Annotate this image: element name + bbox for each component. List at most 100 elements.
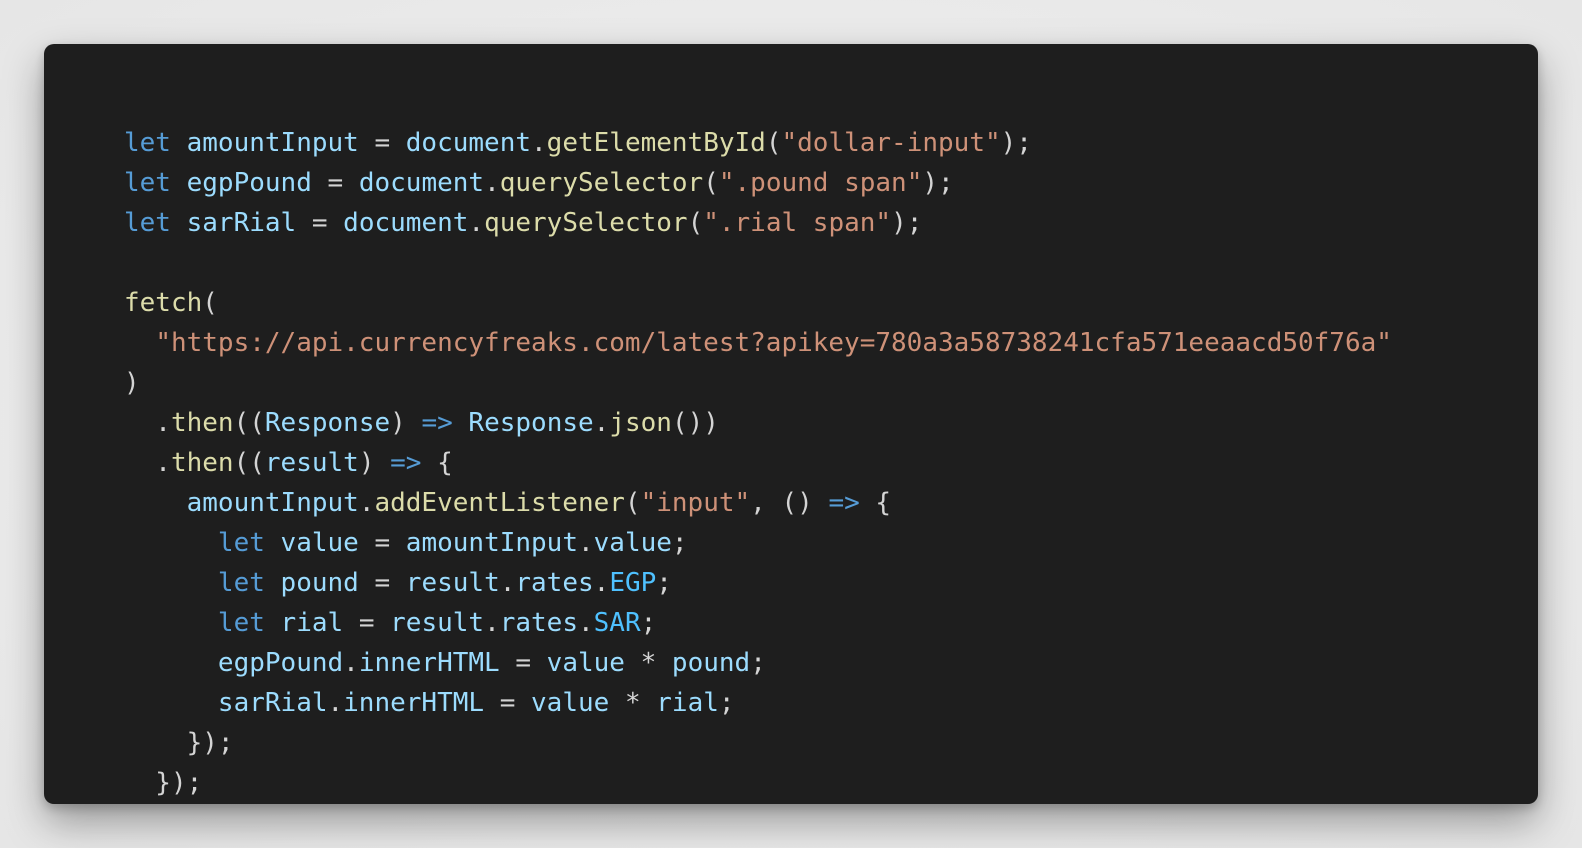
code-token: ()) (671, 408, 719, 438)
code-token: innerHTML (358, 648, 500, 678)
code-token: "https://api.currencyfreaks.com/latest?a… (155, 328, 1392, 358)
code-token: . (593, 408, 610, 438)
code-token: ; (718, 688, 735, 718)
code-token: addEventListener (374, 488, 625, 518)
code-token: . (343, 648, 359, 678)
code-token: , () (750, 488, 829, 518)
code-token: let (124, 128, 171, 158)
code-token: ".rial span" (703, 208, 892, 238)
code-token: let (124, 208, 171, 238)
code-token: pound (280, 568, 359, 598)
code-token: rates (499, 608, 578, 638)
code-token: Response (264, 408, 391, 438)
code-token: ( (687, 208, 704, 238)
code-token: getElementById (546, 128, 766, 158)
code-token: Response (468, 408, 594, 438)
code-token: SAR (593, 608, 641, 638)
code-line: let egpPound = document.querySelector(".… (124, 163, 1392, 203)
code-token: let (217, 528, 265, 558)
code-token: . (358, 488, 375, 518)
code-token: rial (280, 608, 344, 638)
code-token: amountInput (405, 528, 578, 558)
code-token: . (124, 448, 171, 478)
code-token: let (124, 168, 171, 198)
code-token: egpPound (186, 168, 312, 198)
code-token: = (358, 568, 406, 598)
code-token: * (624, 648, 672, 678)
code-line: sarRial.innerHTML = value * rial; (124, 683, 1392, 723)
code-line: }); (124, 763, 1392, 803)
code-token: ; (671, 528, 688, 558)
code-token: . (593, 568, 610, 598)
code-token: = (358, 528, 406, 558)
code-token: rates (515, 568, 594, 598)
code-line: let pound = result.rates.EGP; (124, 563, 1392, 603)
code-token: ( (703, 168, 719, 198)
code-token: ( (765, 128, 782, 158)
code-token: ); (891, 208, 923, 238)
code-token: . (531, 128, 547, 158)
code-token: sarRial (217, 688, 328, 718)
code-token: . (484, 168, 500, 198)
code-token: result (390, 608, 485, 638)
code-token: . (484, 608, 500, 638)
code-token: "dollar-input" (781, 128, 1001, 158)
code-token: . (577, 528, 594, 558)
code-token: querySelector (484, 208, 688, 238)
code-token: ); (922, 168, 954, 198)
code-token: = (484, 688, 532, 718)
code-token: = (296, 208, 344, 238)
code-token: { (859, 488, 892, 518)
code-token: * (609, 688, 657, 718)
code-token: ( (624, 488, 641, 518)
code-token: "input" (640, 488, 751, 518)
code-token: ; (640, 608, 657, 638)
code-line: .then((Response) => Response.json()) (124, 403, 1392, 443)
code-line: fetch( (124, 283, 1392, 323)
code-token: ; (750, 648, 766, 678)
code-token: ); (1000, 128, 1032, 158)
code-line: let amountInput = document.getElementByI… (124, 123, 1392, 163)
code-token: ) (358, 448, 391, 478)
code-line: }); (124, 723, 1392, 763)
code-token: = (311, 168, 359, 198)
code-token: fetch (124, 288, 203, 318)
code-token: }); (124, 728, 234, 758)
code-token: = (343, 608, 391, 638)
code-token: => (828, 488, 860, 518)
code-token: = (358, 128, 406, 158)
code-token: then (170, 408, 234, 438)
code-token: let (217, 608, 265, 638)
code-token: let (217, 568, 265, 598)
code-token: document (358, 168, 485, 198)
code-token: ( (202, 288, 218, 318)
code-token: result (405, 568, 500, 598)
code-line: let sarRial = document.querySelector(".r… (124, 203, 1392, 243)
code-line: let value = amountInput.value; (124, 523, 1392, 563)
code-token: . (124, 408, 171, 438)
code-token: amountInput (186, 488, 359, 518)
code-token: (( (233, 408, 265, 438)
code-token: . (578, 608, 594, 638)
code-token: ".pound span" (718, 168, 923, 198)
code-token: result (264, 448, 359, 478)
code-token: (( (233, 448, 265, 478)
code-window: let amountInput = document.getElementByI… (44, 44, 1538, 804)
code-token: value (593, 528, 672, 558)
code-token: egpPound (217, 648, 344, 678)
code-token: document (343, 208, 469, 238)
code-line: "https://api.currencyfreaks.com/latest?a… (124, 323, 1392, 363)
code-token: . (468, 208, 485, 238)
code-line: egpPound.innerHTML = value * pound; (124, 643, 1392, 683)
code-token: }); (124, 768, 203, 798)
code-line: ) (124, 363, 1392, 403)
